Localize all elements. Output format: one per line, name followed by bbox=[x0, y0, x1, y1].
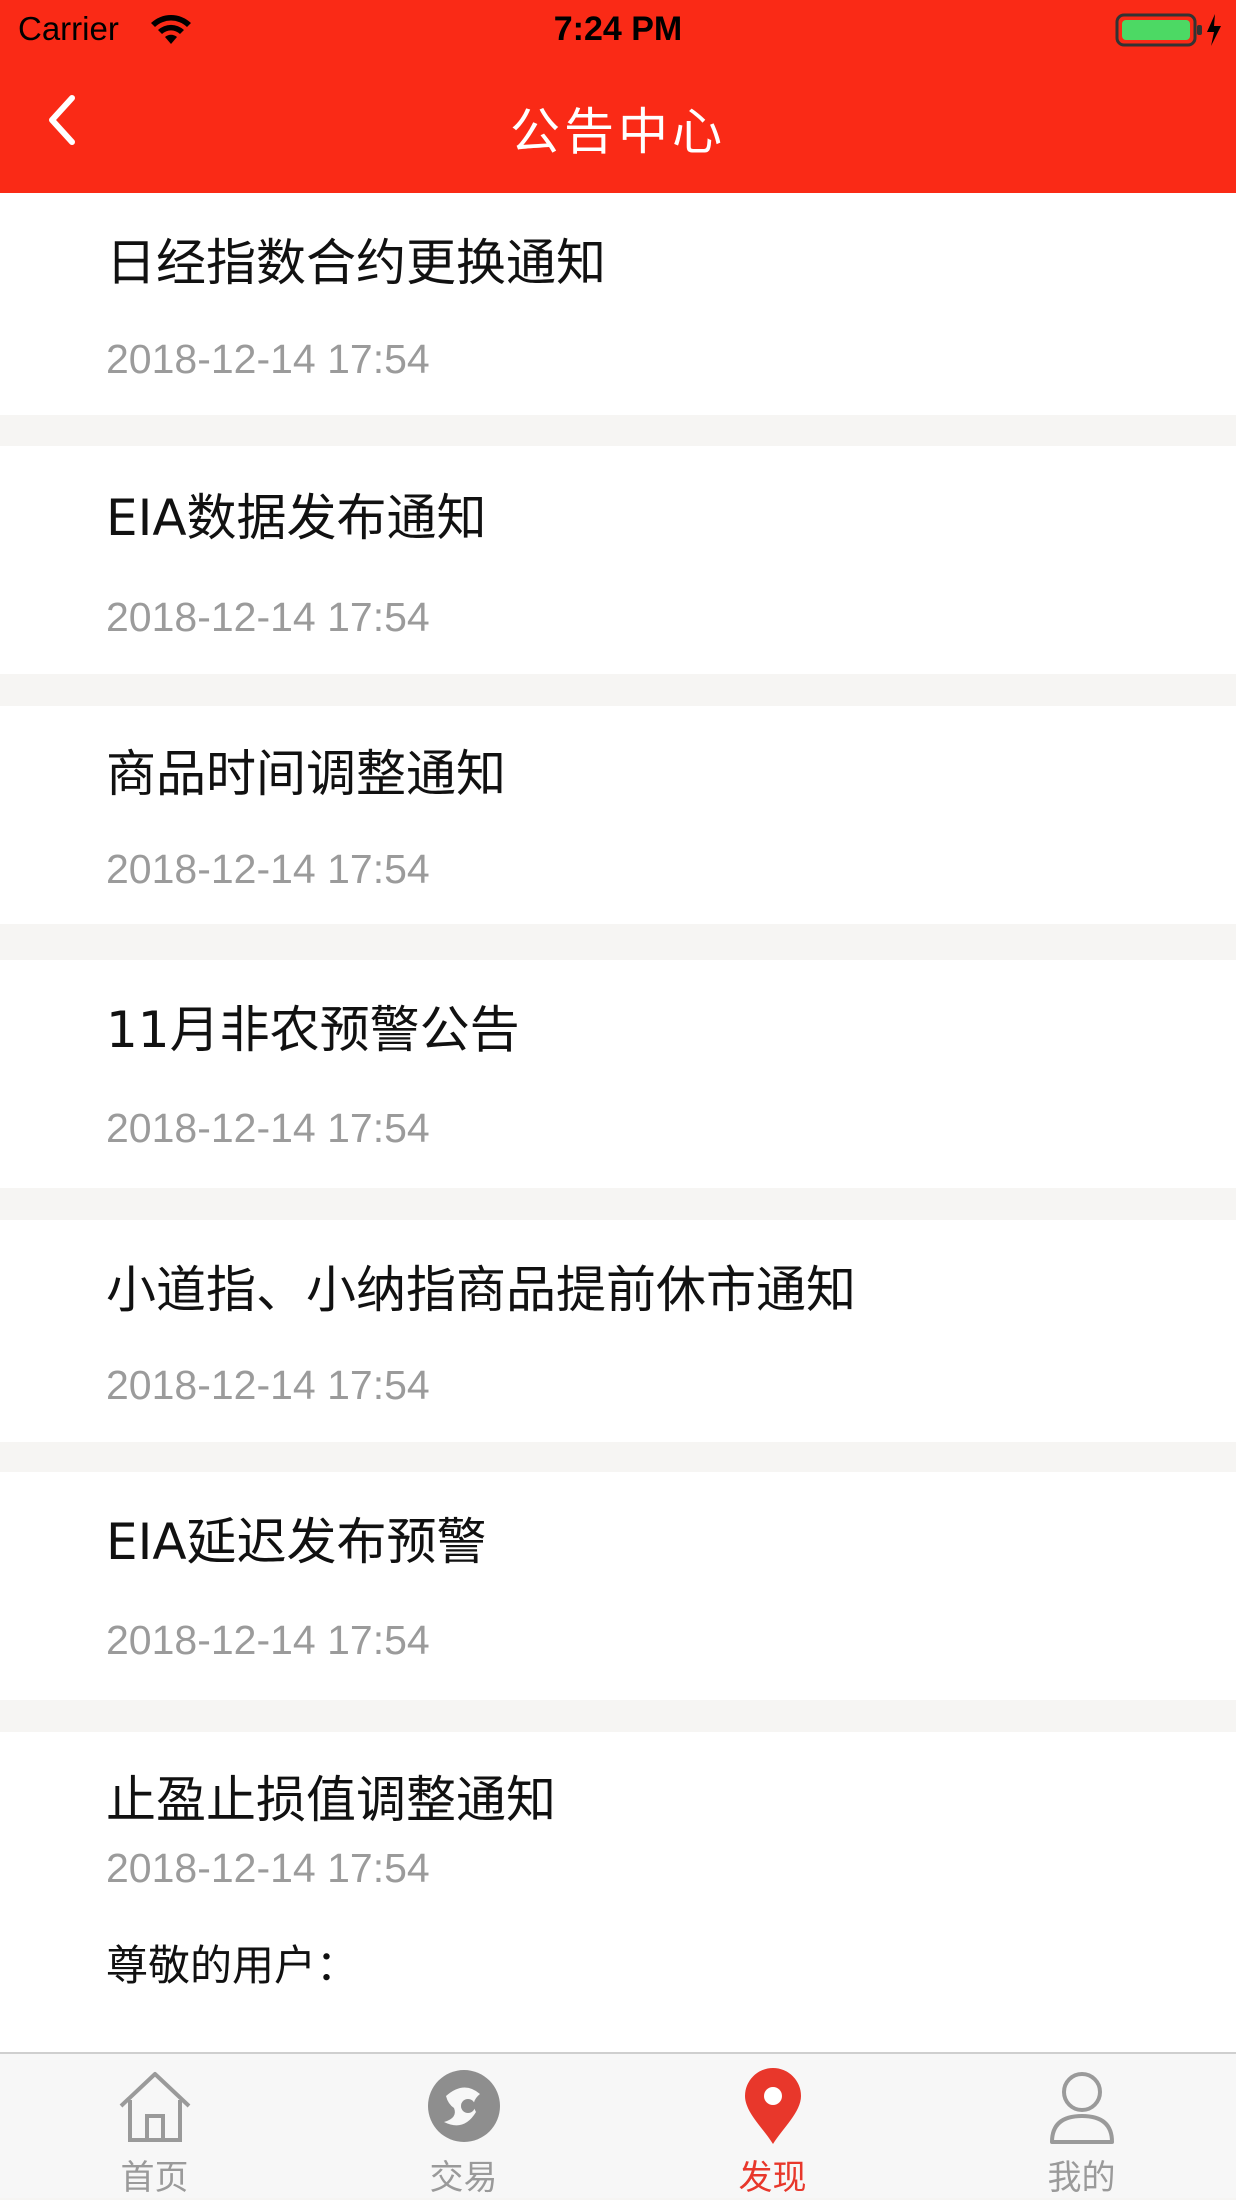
notice-title: 小道指、小纳指商品提前休市通知 bbox=[106, 1261, 856, 1319]
tab-bar: 首页 交易 发现 我的 bbox=[0, 2052, 1236, 2198]
notice-date: 2018-12-14 17:54 bbox=[106, 1845, 430, 1891]
status-time: 7:24 PM bbox=[553, 10, 683, 48]
notice-date: 2018-12-14 17:54 bbox=[106, 1617, 430, 1663]
trade-icon bbox=[427, 2070, 500, 2142]
list-item[interactable]: EIA延迟发布预警 2018-12-14 17:54 bbox=[0, 1472, 1236, 1700]
notice-title: EIA数据发布通知 bbox=[106, 489, 487, 547]
tab-label: 发现 bbox=[738, 2158, 807, 2198]
tab-label: 我的 bbox=[1047, 2158, 1116, 2198]
tab-label: 交易 bbox=[429, 2158, 498, 2198]
notice-date: 2018-12-14 17:54 bbox=[106, 336, 430, 382]
list-item[interactable]: 止盈止损值调整通知 2018-12-14 17:54 尊敬的用户： bbox=[0, 1732, 1236, 2052]
top-bar: Carrier 7:24 PM 公告中心 bbox=[0, 0, 1236, 193]
tab-label: 首页 bbox=[120, 2158, 189, 2198]
list-item[interactable]: 日经指数合约更换通知 2018-12-14 17:54 bbox=[0, 193, 1236, 415]
status-bar: Carrier 7:24 PM bbox=[0, 0, 1236, 62]
tab-discover[interactable]: 发现 bbox=[618, 2054, 927, 2200]
user-icon bbox=[1049, 2072, 1114, 2144]
location-pin-icon bbox=[744, 2068, 801, 2144]
notice-date: 2018-12-14 17:54 bbox=[106, 1105, 430, 1151]
tab-home[interactable]: 首页 bbox=[0, 2054, 309, 2200]
list-item[interactable]: 11月非农预警公告 2018-12-14 17:54 bbox=[0, 960, 1236, 1188]
list-item[interactable]: EIA数据发布通知 2018-12-14 17:54 bbox=[0, 446, 1236, 674]
tab-mine[interactable]: 我的 bbox=[927, 2054, 1236, 2200]
notice-date: 2018-12-14 17:54 bbox=[106, 1362, 430, 1408]
notice-body-preview: 尊敬的用户： bbox=[106, 1941, 359, 1990]
tab-trade[interactable]: 交易 bbox=[309, 2054, 618, 2200]
notice-title: 11月非农预警公告 bbox=[106, 1001, 520, 1059]
notice-title: 商品时间调整通知 bbox=[106, 745, 506, 803]
notice-date: 2018-12-14 17:54 bbox=[106, 846, 430, 892]
battery-icon bbox=[1115, 13, 1221, 47]
list-item[interactable]: 小道指、小纳指商品提前休市通知 2018-12-14 17:54 bbox=[0, 1220, 1236, 1442]
notice-title: 止盈止损值调整通知 bbox=[106, 1771, 556, 1829]
notice-date: 2018-12-14 17:54 bbox=[106, 594, 430, 640]
list-item[interactable]: 商品时间调整通知 2018-12-14 17:54 bbox=[0, 706, 1236, 924]
notice-title: EIA延迟发布预警 bbox=[106, 1513, 487, 1571]
notice-title: 日经指数合约更换通知 bbox=[106, 234, 606, 292]
home-icon bbox=[119, 2072, 190, 2142]
page-title: 公告中心 bbox=[510, 103, 726, 161]
